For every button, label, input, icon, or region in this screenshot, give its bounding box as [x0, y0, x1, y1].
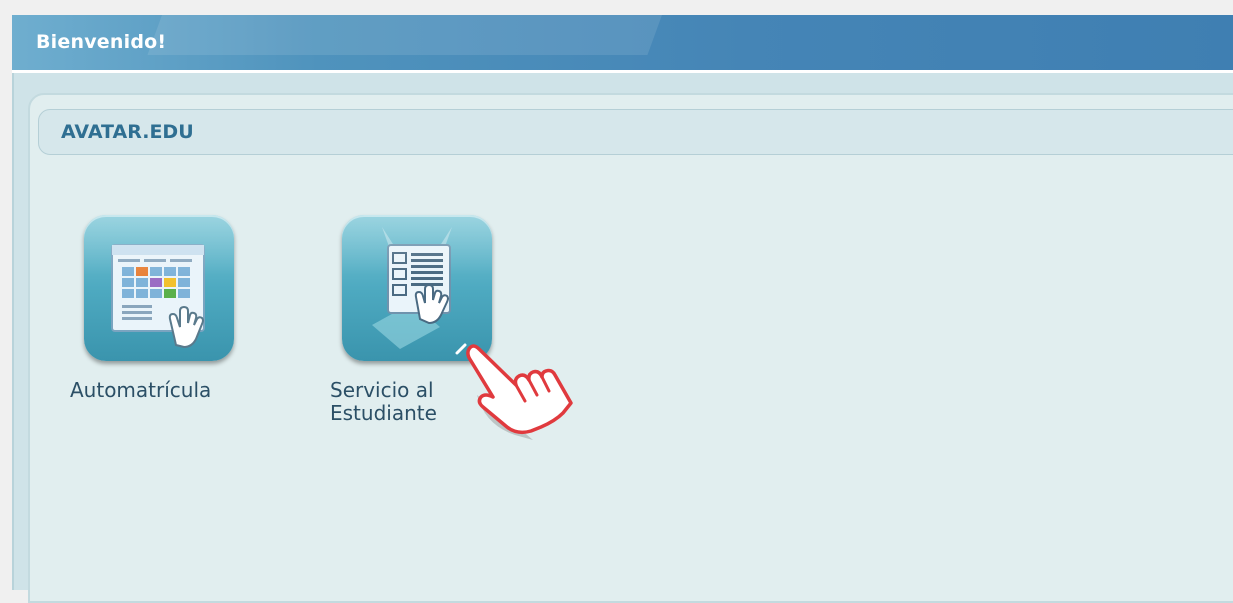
section-header: AVATAR.EDU — [38, 109, 1233, 155]
main-window: Bienvenido! AVATAR.EDU Automatrícula Ser… — [12, 15, 1233, 603]
pointer-hand-icon — [455, 343, 573, 440]
welcome-bar: Bienvenido! — [12, 15, 1233, 70]
content-panel: AVATAR.EDU Automatrícula Servicio al Est… — [12, 73, 1233, 603]
automatricula-label: Automatrícula — [70, 378, 212, 402]
servicio-estudiante-label-line2: Estudiante — [330, 401, 437, 425]
calendar-schedule-icon — [111, 244, 205, 349]
avatar-edu-panel: AVATAR.EDU Automatrícula Servicio al Est… — [28, 93, 1233, 603]
section-title: AVATAR.EDU — [61, 121, 194, 143]
automatricula-app[interactable]: Automatrícula — [70, 215, 270, 415]
servicio-estudiante-label-line1: Servicio al — [330, 378, 434, 402]
automatricula-button[interactable] — [84, 215, 234, 361]
welcome-title: Bienvenido! — [36, 31, 167, 53]
